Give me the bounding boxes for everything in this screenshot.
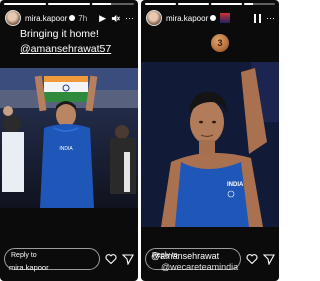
story-photo: INDIA xyxy=(0,68,138,208)
reply-username: mira.kapoor xyxy=(9,263,49,272)
story-header: mira.kapoor 7h ▶ ⋯ xyxy=(5,10,134,26)
pause-icon[interactable] xyxy=(254,13,261,23)
story-header: mira.kapoor ⋯ xyxy=(146,10,275,26)
story-panel-left[interactable]: mira.kapoor 7h ▶ ⋯ Bringing it home! @am… xyxy=(0,0,138,281)
mention-sticker[interactable]: @amansehrawat57 xyxy=(20,43,111,55)
username[interactable]: mira.kapoor xyxy=(166,14,208,23)
play-icon[interactable]: ▶ xyxy=(99,13,106,23)
reply-placeholder: Reply to xyxy=(152,252,178,259)
story-footer: Reply to xyxy=(145,244,275,274)
medal-number: 3 xyxy=(217,38,223,48)
reply-placeholder: Reply to xyxy=(11,252,37,259)
username[interactable]: mira.kapoor xyxy=(25,14,67,23)
reply-input[interactable]: Reply to mira.kapoor xyxy=(4,248,100,272)
story-caption: Bringing it home! xyxy=(20,28,99,40)
avatar[interactable] xyxy=(146,10,162,26)
story-footer: Reply to mira.kapoor xyxy=(4,244,134,274)
story-photo: INDIA xyxy=(141,62,279,227)
more-icon[interactable]: ⋯ xyxy=(125,13,134,23)
story-progress-bar xyxy=(4,3,134,5)
avatar[interactable] xyxy=(5,10,21,26)
send-icon[interactable] xyxy=(263,253,275,265)
verified-icon xyxy=(69,15,76,21)
more-icon[interactable]: ⋯ xyxy=(266,13,275,23)
medal-icon: 3 xyxy=(211,34,229,52)
verified-icon xyxy=(210,15,217,21)
story-panel-right[interactable]: mira.kapoor ⋯ 3 INDIA @amansehrawat @wec… xyxy=(141,0,279,281)
reply-input[interactable]: Reply to xyxy=(145,248,241,270)
story-progress-bar xyxy=(145,3,275,5)
heart-icon[interactable] xyxy=(246,253,258,265)
heart-icon[interactable] xyxy=(105,253,117,265)
music-sticker-icon[interactable] xyxy=(220,13,231,23)
jersey-text: INDIA xyxy=(227,182,244,188)
jersey-text: INDIA xyxy=(59,146,73,152)
timestamp: 7h xyxy=(78,13,88,23)
send-icon[interactable] xyxy=(122,253,134,265)
mute-icon[interactable] xyxy=(111,14,120,23)
